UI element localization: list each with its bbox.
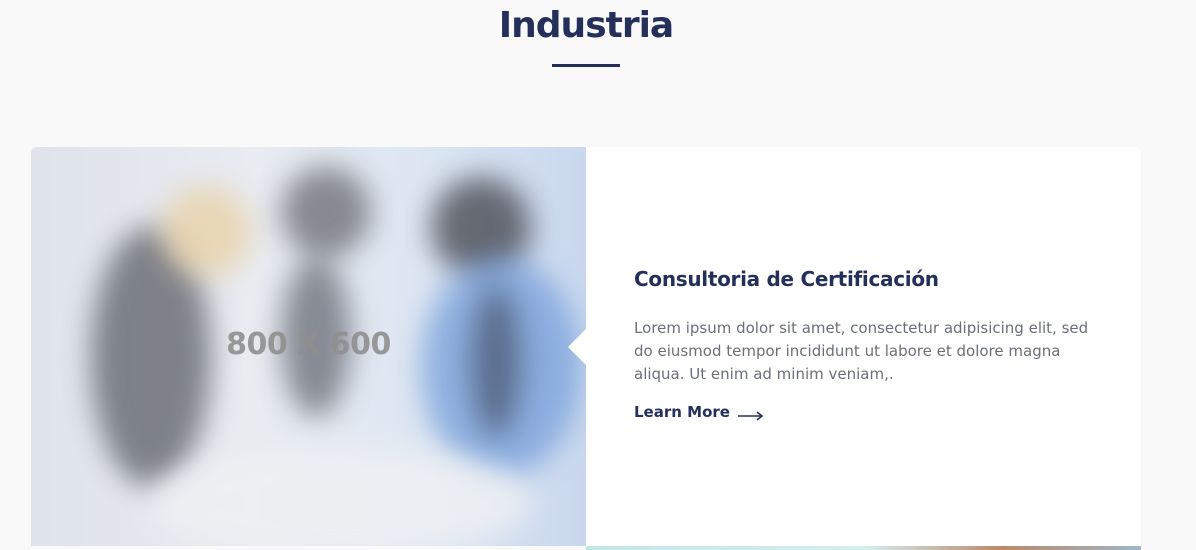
page: Industria 800 X 600 Consultoria de Certi… (0, 0, 1196, 550)
section-title: Industria (498, 5, 674, 46)
image-blob (281, 167, 371, 257)
service-card: 800 X 600 Consultoria de Certificación L… (31, 147, 1141, 547)
card-pointer (568, 329, 586, 365)
image-blob (151, 447, 531, 547)
title-underline (552, 64, 620, 67)
image-blob (161, 187, 251, 277)
image-blob (471, 287, 521, 437)
card-description: Lorem ipsum dolor sit amet, consectetur … (634, 319, 1089, 383)
card-image: 800 X 600 (31, 147, 586, 547)
card-title: Consultoria de Certificación (634, 267, 939, 291)
next-card-image-edge (586, 546, 1141, 550)
learn-more-label: Learn More (634, 403, 730, 421)
image-placeholder-label: 800 X 600 (226, 327, 391, 362)
card-body: Consultoria de Certificación Lorem ipsum… (586, 147, 1141, 547)
long-arrow-right-icon (737, 407, 764, 421)
next-card-image-edge-left (31, 546, 586, 550)
learn-more-link[interactable]: Learn More (634, 403, 764, 421)
